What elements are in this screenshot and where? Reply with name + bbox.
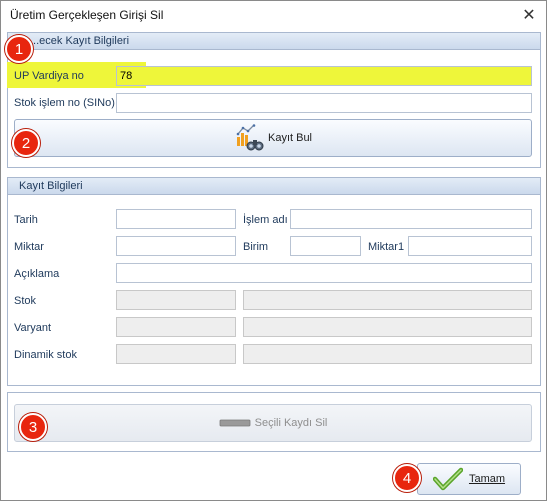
quantity1-field[interactable] [408, 236, 532, 256]
unit-field[interactable] [290, 236, 361, 256]
record-info-group: Kayıt Bilgileri Tarih İşlem adı Miktar B… [7, 177, 541, 386]
find-record-label: Kayıt Bul [267, 132, 313, 144]
search-group-title: ...ecek Kayıt Bilgileri [30, 35, 130, 47]
description-field[interactable] [116, 263, 532, 283]
variant-label: Varyant [14, 322, 52, 334]
operation-field[interactable] [290, 209, 532, 229]
record-group-header: Kayıt Bilgileri [8, 178, 540, 195]
dialog-window: Üretim Gerçekleşen Girişi Sil ✕ ...ecek … [0, 0, 547, 501]
stock-label: Stok [14, 295, 37, 307]
annotation-badge-1: 1 [5, 35, 33, 63]
stock-op-no-field[interactable] [116, 93, 532, 113]
date-field[interactable] [116, 209, 236, 229]
binoculars-chart-icon [236, 124, 264, 151]
quantity-label: Miktar [14, 241, 44, 253]
date-label: Tarih [14, 214, 38, 226]
stock-name-field [243, 290, 532, 310]
title-bar: Üretim Gerçekleşen Girişi Sil ✕ [1, 1, 546, 29]
window-title: Üretim Gerçekleşen Girişi Sil [10, 8, 164, 22]
search-record-group: ...ecek Kayıt Bilgileri UP Vardiya no St… [7, 32, 541, 168]
annotation-badge-3: 3 [19, 413, 47, 441]
checkmark-icon [432, 467, 463, 491]
shift-label: UP Vardiya no [14, 70, 84, 82]
description-label: Açıklama [14, 268, 60, 280]
search-group-header: ...ecek Kayıt Bilgileri [8, 33, 540, 50]
find-record-button[interactable]: Kayıt Bul [14, 119, 532, 157]
ok-button[interactable]: Tamam [417, 463, 521, 495]
annotation-badge-2: 2 [12, 129, 40, 157]
variant-name-field [243, 317, 532, 337]
quantity-field[interactable] [116, 236, 236, 256]
quantity1-label: Miktar1 [368, 241, 405, 253]
unit-label: Birim [243, 241, 269, 253]
close-button[interactable]: ✕ [518, 4, 540, 26]
delete-group: Seçili Kaydı Sil [7, 392, 541, 452]
delete-selected-label: Seçili Kaydı Sil [254, 417, 328, 429]
shift-no-field[interactable] [116, 66, 532, 86]
variant-code-field [116, 317, 236, 337]
minus-icon [219, 419, 251, 427]
dynamic-stock-code-field [116, 344, 236, 364]
annotation-badge-4: 4 [393, 464, 421, 492]
dynamic-stock-name-field [243, 344, 532, 364]
ok-label: Tamam [468, 473, 506, 485]
record-group-title: Kayıt Bilgileri [19, 180, 83, 192]
stock-code-field [116, 290, 236, 310]
operation-label: İşlem adı [243, 214, 288, 226]
dynamic-stock-label: Dinamik stok [14, 349, 77, 361]
stock-op-label: Stok işlem no (SINo) [14, 97, 115, 109]
delete-selected-button[interactable]: Seçili Kaydı Sil [14, 404, 532, 442]
